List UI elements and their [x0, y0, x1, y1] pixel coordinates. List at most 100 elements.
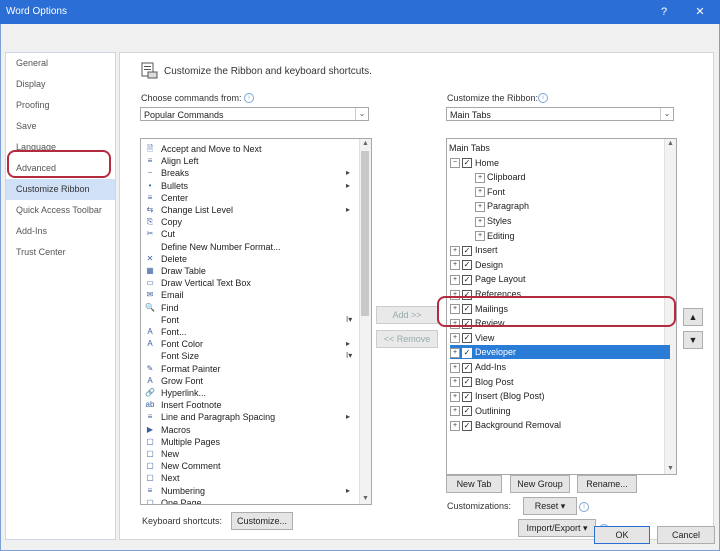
- command-item[interactable]: ▶ Macros: [141, 424, 359, 436]
- tree-item[interactable]: + ✓ References: [450, 287, 521, 301]
- tab-checkbox[interactable]: ✓: [462, 362, 472, 373]
- expand-icon[interactable]: +: [450, 318, 460, 329]
- sidebar-item[interactable]: Customize Ribbon: [6, 179, 115, 200]
- command-item[interactable]: ab Insert Footnote: [141, 399, 359, 411]
- expand-icon[interactable]: +: [450, 333, 460, 344]
- expand-icon[interactable]: +: [450, 406, 460, 417]
- sidebar-item[interactable]: Trust Center: [6, 242, 115, 263]
- sidebar-item[interactable]: Save: [6, 116, 115, 137]
- command-item[interactable]: ▢ New Comment: [141, 460, 359, 472]
- tree-item[interactable]: + Paragraph: [475, 199, 529, 213]
- tree-item[interactable]: + ✓ Review: [450, 316, 505, 330]
- command-item[interactable]: A Font...: [141, 326, 359, 338]
- expand-icon[interactable]: +: [450, 275, 460, 286]
- tab-checkbox[interactable]: ✓: [462, 275, 472, 286]
- remove-button[interactable]: << Remove: [376, 330, 438, 348]
- tab-checkbox[interactable]: ✓: [462, 260, 472, 271]
- command-item[interactable]: ≡ Align Left: [141, 155, 359, 167]
- expand-icon[interactable]: +: [475, 231, 485, 242]
- expand-icon[interactable]: +: [475, 202, 485, 213]
- scroll-down-icon[interactable]: ▼: [665, 464, 676, 474]
- tab-checkbox[interactable]: ✓: [462, 304, 472, 315]
- tree-item[interactable]: + ✓ Developer: [450, 345, 670, 360]
- cancel-button[interactable]: Cancel: [657, 526, 715, 544]
- command-item[interactable]: ▦ Draw Table: [141, 265, 359, 277]
- command-item[interactable]: ▢ Next: [141, 472, 359, 484]
- scroll-up-icon[interactable]: ▲: [665, 139, 676, 149]
- expand-icon[interactable]: +: [450, 362, 460, 373]
- command-item[interactable]: ✕ Delete: [141, 253, 359, 265]
- command-item[interactable]: Font Size I▾: [141, 350, 359, 362]
- command-item[interactable]: 🔗 Hyperlink...: [141, 387, 359, 399]
- commands-scrollbar[interactable]: ▲ ▼: [359, 139, 371, 504]
- sidebar-item[interactable]: General: [6, 53, 115, 74]
- tree-item[interactable]: + Styles: [475, 214, 512, 228]
- tab-checkbox[interactable]: ✓: [462, 333, 472, 344]
- scroll-down-icon[interactable]: ▼: [360, 494, 371, 504]
- tree-item[interactable]: + ✓ Blog Post: [450, 375, 514, 389]
- command-item[interactable]: ⎯ Breaks ▸: [141, 167, 359, 179]
- command-item[interactable]: ⎘ Copy: [141, 216, 359, 228]
- command-item[interactable]: ≡ Center: [141, 192, 359, 204]
- tab-checkbox[interactable]: ✓: [462, 391, 472, 402]
- sidebar-item[interactable]: Quick Access Toolbar: [6, 200, 115, 221]
- choose-commands-dropdown[interactable]: Popular Commands ⌄: [140, 107, 369, 121]
- expand-icon[interactable]: +: [450, 421, 460, 432]
- sidebar-item[interactable]: Advanced: [6, 158, 115, 179]
- command-item[interactable]: ⇆ Change List Level ▸: [141, 204, 359, 216]
- command-item[interactable]: ≡ Line and Paragraph Spacing ▸: [141, 411, 359, 423]
- tree-item[interactable]: + Editing: [475, 229, 515, 243]
- collapse-icon[interactable]: −: [450, 158, 460, 169]
- command-item[interactable]: ▢ New: [141, 448, 359, 460]
- command-item[interactable]: • Bullets ▸: [141, 180, 359, 192]
- tree-item[interactable]: + ✓ Insert: [450, 243, 498, 257]
- tab-checkbox[interactable]: ✓: [462, 245, 472, 256]
- expand-icon[interactable]: +: [450, 245, 460, 256]
- tab-checkbox[interactable]: ✓: [462, 377, 472, 388]
- command-item[interactable]: ✂ Cut: [141, 228, 359, 240]
- tree-item[interactable]: + ✓ Outlining: [450, 404, 511, 418]
- commands-list[interactable]: ▲ ▼ 🗎 Accept and Move to Next ≡ Align Left ⎯…: [140, 138, 372, 505]
- sidebar-item[interactable]: Add-Ins: [6, 221, 115, 242]
- move-down-button[interactable]: ▼: [683, 331, 703, 349]
- close-button[interactable]: ✕: [692, 4, 708, 20]
- tree-item[interactable]: + ✓ Background Removal: [450, 418, 561, 432]
- ribbon-tabs-tree[interactable]: ▲ ▼ Main Tabs − ✓ Home + Clipboard + Font + Parag…: [446, 138, 677, 475]
- command-item[interactable]: ✎ Format Painter: [141, 363, 359, 375]
- sidebar-item[interactable]: Display: [6, 74, 115, 95]
- tab-checkbox[interactable]: ✓: [462, 348, 472, 359]
- expand-icon[interactable]: +: [450, 260, 460, 271]
- command-item[interactable]: 🔍 Find: [141, 302, 359, 314]
- tree-item[interactable]: − ✓ Home: [450, 156, 499, 170]
- expand-icon[interactable]: +: [450, 289, 460, 300]
- new-group-button[interactable]: New Group: [510, 475, 570, 493]
- sidebar-item[interactable]: Language: [6, 137, 115, 158]
- tree-item[interactable]: + ✓ Mailings: [450, 302, 508, 316]
- command-item[interactable]: ✉ Email: [141, 289, 359, 301]
- expand-icon[interactable]: +: [475, 172, 485, 183]
- add-button[interactable]: Add >>: [376, 306, 438, 324]
- tree-item[interactable]: + ✓ Insert (Blog Post): [450, 389, 545, 403]
- command-item[interactable]: A Font Color ▸: [141, 338, 359, 350]
- help-button[interactable]: ?: [656, 4, 672, 20]
- expand-icon[interactable]: +: [450, 391, 460, 402]
- command-item[interactable]: ▢ One Page: [141, 497, 359, 504]
- expand-icon[interactable]: +: [475, 216, 485, 227]
- tabs-scrollbar[interactable]: ▲ ▼: [664, 139, 676, 474]
- tab-checkbox[interactable]: ✓: [462, 318, 472, 329]
- expand-icon[interactable]: +: [450, 377, 460, 388]
- command-item[interactable]: 🗎 Accept and Move to Next: [141, 143, 359, 155]
- tree-item[interactable]: + ✓ Design: [450, 258, 503, 272]
- reset-button[interactable]: Reset ▾: [523, 497, 577, 515]
- customize-ribbon-dropdown[interactable]: Main Tabs ⌄: [446, 107, 674, 121]
- import-export-button[interactable]: Import/Export ▾: [518, 519, 596, 537]
- tree-item[interactable]: + Font: [475, 185, 505, 199]
- tree-item[interactable]: + Clipboard: [475, 170, 526, 184]
- tab-checkbox[interactable]: ✓: [462, 158, 472, 169]
- tab-checkbox[interactable]: ✓: [462, 289, 472, 300]
- rename-button[interactable]: Rename...: [577, 475, 637, 493]
- new-tab-button[interactable]: New Tab: [446, 475, 502, 493]
- command-item[interactable]: A Grow Font: [141, 375, 359, 387]
- command-item[interactable]: ▭ Draw Vertical Text Box: [141, 277, 359, 289]
- tab-checkbox[interactable]: ✓: [462, 406, 472, 417]
